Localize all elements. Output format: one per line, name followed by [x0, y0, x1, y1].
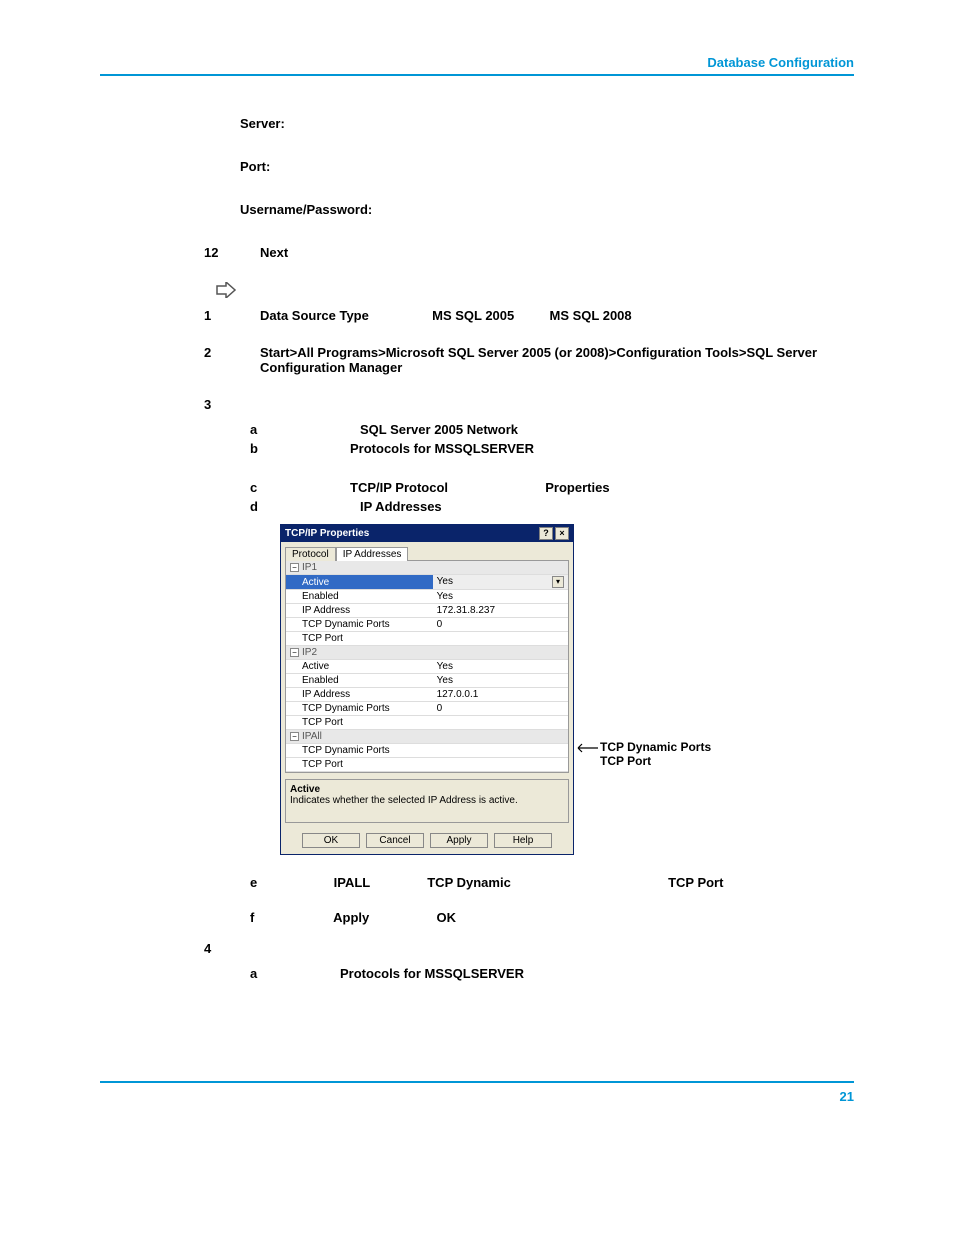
tcpip-properties-dialog: TCP/IP Properties ? × Protocol IP Addres… — [280, 524, 574, 855]
sub-c-text1: TCP/IP Protocol — [350, 480, 448, 495]
dialog-title: TCP/IP Properties — [285, 528, 369, 539]
collapse-icon[interactable]: − — [290, 732, 299, 741]
callout-line2: TCP Port — [600, 754, 711, 768]
sub-e-text2: TCP Dynamic — [427, 875, 511, 890]
pointer-left-icon — [572, 742, 598, 756]
close-icon[interactable]: × — [555, 527, 569, 540]
step-2-num: 2 — [204, 345, 240, 375]
step-2-text: Start>All Programs>Microsoft SQL Server … — [240, 345, 834, 375]
sub-4a-letter: a — [250, 966, 320, 981]
footer-rule — [100, 1081, 854, 1083]
collapse-icon[interactable]: − — [290, 648, 299, 657]
page-number: 21 — [100, 1089, 854, 1104]
header-rule — [100, 74, 854, 76]
sub-b-text: Protocols for MSSQLSERVER — [320, 441, 834, 456]
label-server: Server: — [240, 116, 834, 131]
callout-line1: TCP Dynamic Ports — [600, 740, 711, 754]
step-1-c: MS SQL 2008 — [550, 308, 632, 323]
sub-d-text: IP Addresses — [320, 499, 834, 514]
tab-protocol[interactable]: Protocol — [285, 547, 336, 561]
step-12-num: 12 — [204, 245, 240, 260]
step-3-num: 3 — [204, 397, 240, 412]
sub-a-text: SQL Server 2005 Network — [320, 422, 834, 437]
chevron-down-icon[interactable]: ▾ — [552, 576, 564, 588]
cancel-button[interactable]: Cancel — [366, 833, 424, 848]
sub-e-text3: TCP Port — [668, 875, 723, 890]
header-section-link: Database Configuration — [100, 55, 854, 70]
sub-c-letter: c — [250, 480, 320, 495]
step-4-num: 4 — [204, 941, 240, 956]
tab-ip-addresses[interactable]: IP Addresses — [336, 547, 409, 561]
sub-f-letter: f — [250, 910, 320, 925]
sub-c-text2: Properties — [545, 480, 609, 495]
label-userpass: Username/Password: — [240, 202, 834, 217]
description-box: Active Indicates whether the selected IP… — [285, 779, 569, 823]
sub-e-text1: IPALL — [334, 875, 370, 890]
step-1-a: Data Source Type — [260, 308, 369, 323]
step-12-text: Next — [240, 245, 834, 260]
ok-button[interactable]: OK — [302, 833, 360, 848]
step-1-b: MS SQL 2005 — [432, 308, 514, 323]
sub-4a-text: Protocols for MSSQLSERVER — [320, 966, 834, 981]
arrow-right-icon — [216, 282, 834, 298]
label-port: Port: — [240, 159, 834, 174]
properties-grid: −IP1 ActiveYes▾ EnabledYes IP Address172… — [286, 561, 568, 772]
help-icon[interactable]: ? — [539, 527, 553, 540]
sub-d-letter: d — [250, 499, 320, 514]
step-1-num: 1 — [204, 308, 240, 323]
help-button[interactable]: Help — [494, 833, 552, 848]
sub-b-letter: b — [250, 441, 320, 456]
apply-button[interactable]: Apply — [430, 833, 488, 848]
sub-f-text1: Apply — [333, 910, 369, 925]
sub-f-text2: OK — [437, 910, 457, 925]
sub-a-letter: a — [250, 422, 320, 437]
collapse-icon[interactable]: − — [290, 563, 299, 572]
sub-e-letter: e — [250, 875, 320, 890]
